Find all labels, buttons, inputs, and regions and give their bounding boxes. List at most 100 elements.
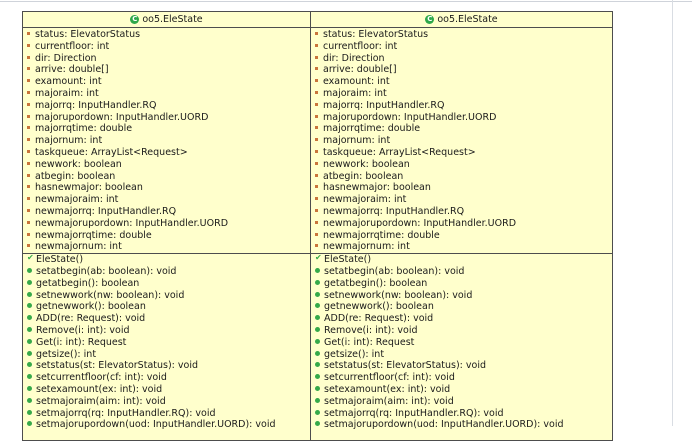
method-row[interactable]: setcurrentfloor(cf: int): void [311, 372, 612, 384]
method-text: setmajorupordown(uod: InputHandler.UORD)… [324, 419, 564, 431]
field-row[interactable]: hasnewmajor: boolean [23, 182, 310, 194]
field-text: taskqueue: ArrayList<Request> [35, 146, 188, 158]
field-row[interactable]: atbegin: boolean [23, 171, 310, 183]
method-row[interactable]: setstatus(st: ElevatorStatus): void [23, 360, 310, 372]
field-row[interactable]: newmajorupordown: InputHandler.UORD [23, 218, 310, 230]
field-row[interactable]: majorupordown: InputHandler.UORD [23, 112, 310, 124]
field-row[interactable]: newmajorrq: InputHandler.RQ [311, 206, 612, 218]
field-row[interactable]: newmajorrqtime: double [311, 230, 612, 242]
field-row[interactable]: newwork: boolean [311, 159, 612, 171]
field-row[interactable]: majorupordown: InputHandler.UORD [311, 112, 612, 124]
field-row[interactable]: currentfloor: int [311, 41, 612, 53]
public-method-icon [27, 350, 32, 356]
method-row[interactable]: setcurrentfloor(cf: int): void [23, 372, 310, 384]
class-name: oo5.EleState [437, 14, 498, 25]
method-row[interactable]: Get(i: int): Request [23, 337, 310, 349]
field-row[interactable]: dir: Direction [23, 53, 310, 65]
method-row[interactable]: setatbegin(ab: boolean): void [23, 266, 310, 278]
class-name: oo5.EleState [142, 14, 203, 25]
public-method-icon [315, 362, 320, 368]
field-row[interactable]: majoraim: int [311, 88, 612, 100]
uml-class-box-right[interactable]: Coo5.EleState status: ElevatorStatus curre… [310, 11, 613, 441]
method-row[interactable]: Remove(i: int): void [311, 325, 612, 337]
field-row[interactable]: taskqueue: ArrayList<Request> [311, 147, 612, 159]
field-row[interactable]: currentfloor: int [23, 41, 310, 53]
constructor-row[interactable]: ✔ EleState() [311, 254, 612, 266]
method-row[interactable]: setexamount(ex: int): void [23, 384, 310, 396]
field-row[interactable]: newmajorupordown: InputHandler.UORD [311, 218, 612, 230]
public-method-icon [27, 409, 32, 415]
method-row[interactable]: getsize(): int [23, 349, 310, 361]
private-field-icon [315, 220, 318, 224]
method-row[interactable]: getatbegin(): boolean [311, 278, 612, 290]
field-row[interactable]: majornum: int [311, 135, 612, 147]
field-text: dir: Direction [35, 52, 97, 64]
method-row[interactable]: ADD(re: Request): void [311, 313, 612, 325]
field-row[interactable]: newmajorrq: InputHandler.RQ [23, 206, 310, 218]
method-text: Remove(i: int): void [36, 324, 130, 336]
public-method-icon [315, 409, 320, 415]
field-row[interactable]: hasnewmajor: boolean [311, 182, 612, 194]
field-text: hasnewmajor: boolean [35, 182, 143, 194]
constructor-row[interactable]: ✔ EleState() [23, 254, 310, 266]
method-row[interactable]: setmajoraim(aim: int): void [23, 396, 310, 408]
field-row[interactable]: newwork: boolean [23, 159, 310, 171]
field-text: arrive: double[] [35, 64, 109, 76]
public-method-icon [27, 374, 32, 380]
method-row[interactable]: ADD(re: Request): void [23, 313, 310, 325]
method-row[interactable]: setexamount(ex: int): void [311, 384, 612, 396]
field-row[interactable]: majorrqtime: double [311, 123, 612, 135]
field-row[interactable]: status: ElevatorStatus [311, 29, 612, 41]
private-field-icon [315, 67, 318, 71]
method-text: setexamount(ex: int): void [36, 383, 163, 395]
private-field-icon [27, 149, 30, 153]
field-row[interactable]: majornum: int [23, 135, 310, 147]
field-text: majoraim: int [35, 87, 99, 99]
field-row[interactable]: newmajorrqtime: double [23, 230, 310, 242]
method-row[interactable]: getnewwork(): boolean [23, 301, 310, 313]
method-row[interactable]: getsize(): int [311, 349, 612, 361]
field-row[interactable]: taskqueue: ArrayList<Request> [23, 147, 310, 159]
method-row[interactable]: Remove(i: int): void [23, 325, 310, 337]
field-row[interactable]: atbegin: boolean [311, 171, 612, 183]
method-row[interactable]: getnewwork(): boolean [311, 301, 612, 313]
field-row[interactable]: majorrq: InputHandler.RQ [311, 100, 612, 112]
method-row[interactable]: setmajorupordown(uod: InputHandler.UORD)… [23, 419, 310, 431]
method-row[interactable]: Get(i: int): Request [311, 337, 612, 349]
uml-class-box-left[interactable]: Coo5.EleState status: ElevatorStatus curre… [22, 11, 311, 441]
method-row[interactable]: setstatus(st: ElevatorStatus): void [311, 360, 612, 372]
method-row[interactable]: setnewwork(nw: boolean): void [23, 290, 310, 302]
field-row[interactable]: newmajoraim: int [311, 194, 612, 206]
field-row[interactable]: majoraim: int [23, 88, 310, 100]
private-field-icon [27, 220, 30, 224]
field-row[interactable]: dir: Direction [311, 53, 612, 65]
method-row[interactable]: setatbegin(ab: boolean): void [311, 266, 612, 278]
method-row[interactable]: setmajorrq(rq: InputHandler.RQ): void [23, 408, 310, 420]
field-row[interactable]: newmajornum: int [23, 241, 310, 253]
private-field-icon [27, 114, 30, 118]
private-field-icon [27, 173, 30, 177]
method-row[interactable]: setmajorrq(rq: InputHandler.RQ): void [311, 408, 612, 420]
field-text: majorupordown: InputHandler.UORD [323, 111, 497, 123]
method-row[interactable]: setmajorupordown(uod: InputHandler.UORD)… [311, 419, 612, 431]
method-text: setexamount(ex: int): void [324, 383, 451, 395]
field-row[interactable]: majorrqtime: double [23, 123, 310, 135]
field-row[interactable]: examount: int [311, 76, 612, 88]
top-divider [0, 1, 692, 2]
field-row[interactable]: newmajornum: int [311, 241, 612, 253]
private-field-icon [27, 197, 30, 201]
method-row[interactable]: setnewwork(nw: boolean): void [311, 290, 612, 302]
class-icon: C [425, 15, 435, 24]
method-row[interactable]: getatbegin(): boolean [23, 278, 310, 290]
public-method-icon [315, 267, 320, 273]
field-row[interactable]: arrive: double[] [311, 64, 612, 76]
field-row[interactable]: arrive: double[] [23, 64, 310, 76]
field-row[interactable]: newmajoraim: int [23, 194, 310, 206]
method-row[interactable]: setmajoraim(aim: int): void [311, 396, 612, 408]
field-text: atbegin: boolean [323, 170, 404, 182]
field-row[interactable]: status: ElevatorStatus [23, 29, 310, 41]
field-text: newmajorrq: InputHandler.RQ [35, 205, 177, 217]
method-text: Get(i: int): Request [36, 336, 127, 348]
field-row[interactable]: majorrq: InputHandler.RQ [23, 100, 310, 112]
field-row[interactable]: examount: int [23, 76, 310, 88]
